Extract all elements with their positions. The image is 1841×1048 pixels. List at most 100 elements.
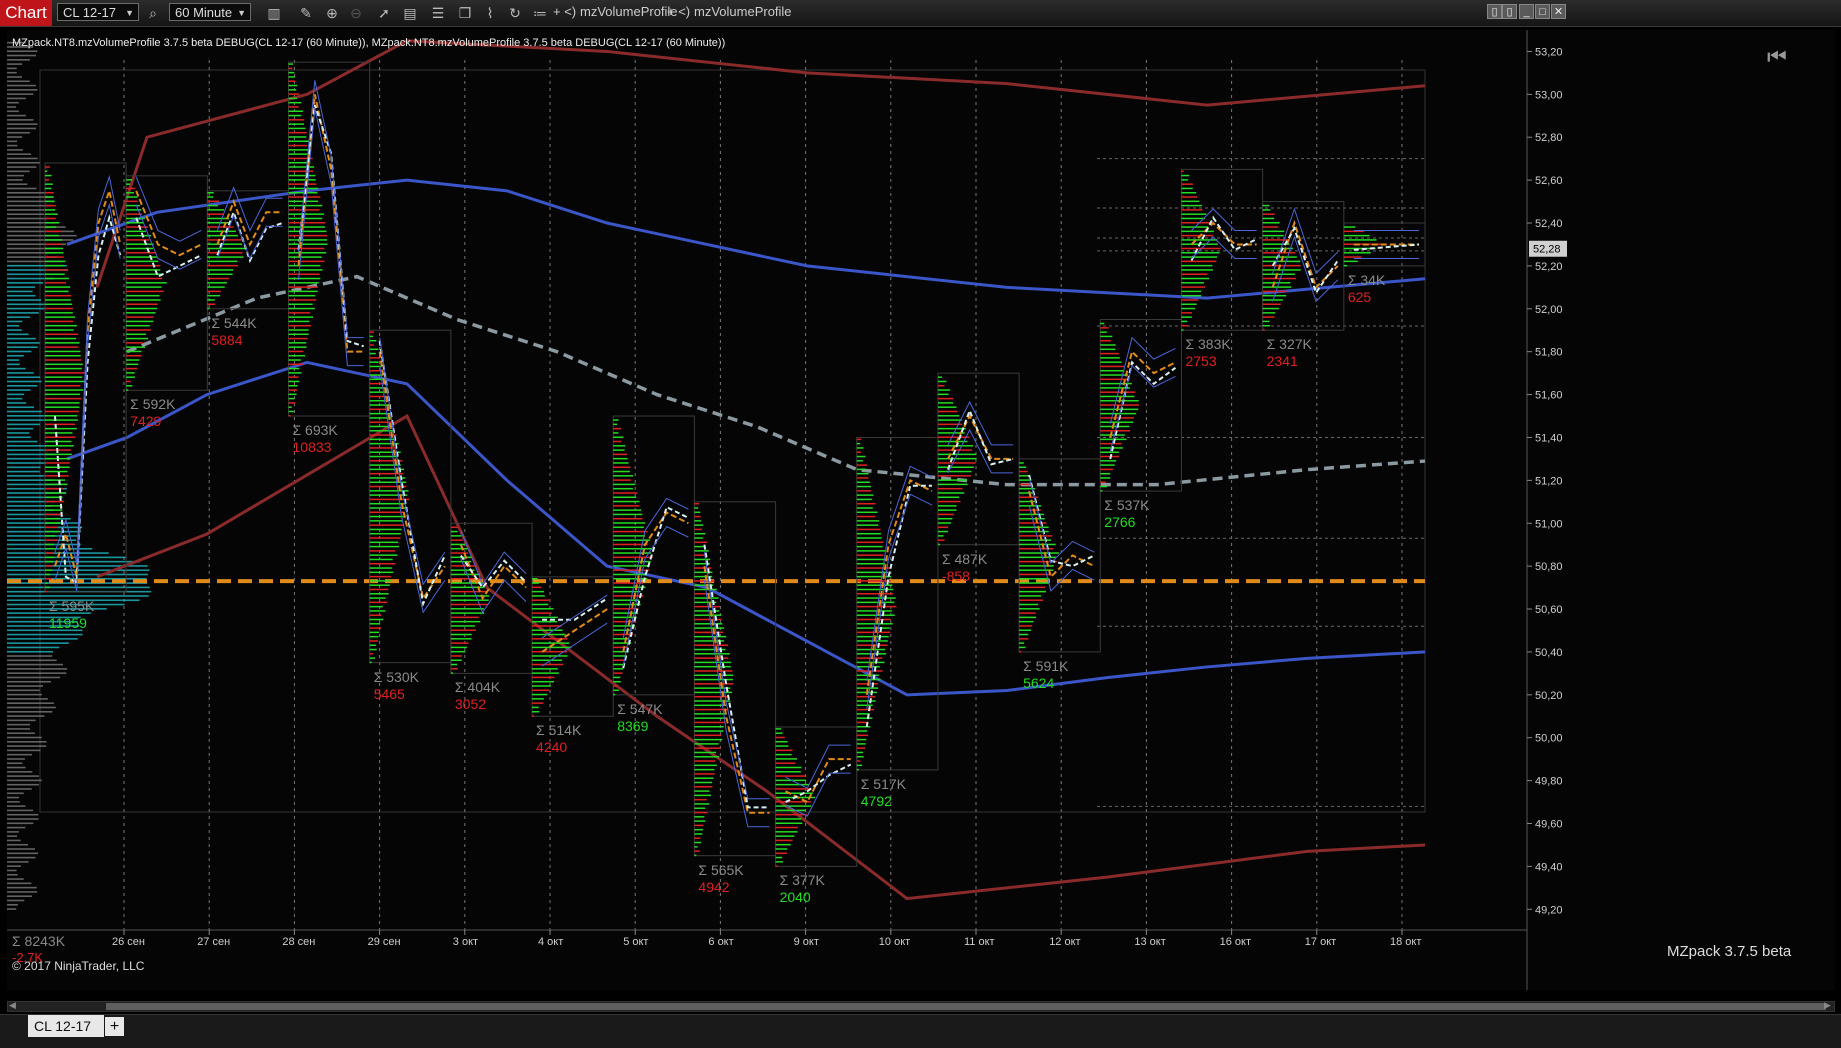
footprint-bar (45, 415, 78, 417)
footprint-bar (613, 676, 621, 679)
tile-icon[interactable]: ▯ (1487, 4, 1502, 19)
footprint-bar (694, 713, 726, 715)
footprint-bar (1262, 312, 1276, 314)
scroll-right-icon[interactable]: ▶ (1824, 1000, 1831, 1011)
close-icon[interactable]: ✕ (1551, 4, 1566, 19)
session-volume-label: Σ 592K 7429 (130, 396, 175, 430)
footprint-bar (1181, 282, 1204, 284)
footprint-bar (1019, 526, 1049, 529)
profile-bar (7, 307, 45, 310)
price-chart[interactable]: 53,20 53,00 52,80 52,60 52,40 52,20 52,00 51,80… (7, 30, 1835, 990)
footprint-bar (775, 809, 806, 812)
footprint-bar (694, 678, 733, 681)
indicator-button-1[interactable]: mzVolumeProfile (580, 4, 678, 19)
footprint-bar (45, 342, 80, 344)
footprint-bar (937, 530, 948, 533)
indicator-button-2[interactable]: mzVolumeProfile (694, 4, 792, 19)
footprint-bar (613, 539, 650, 541)
profile-bar (7, 337, 36, 340)
refresh-icon[interactable]: ↻ (505, 3, 525, 23)
profile-bar (7, 783, 39, 786)
footprint-bar (937, 402, 954, 404)
interval-selector[interactable]: 60 Minute ▼ (169, 3, 251, 21)
chart-tab[interactable]: Chart (0, 0, 52, 26)
footprint-bar (1181, 222, 1211, 224)
footprint-bar (45, 191, 54, 194)
scrollbar-thumb[interactable] (106, 1003, 1826, 1010)
footprint-bar (856, 695, 876, 698)
tile-icon[interactable]: ▯ (1502, 4, 1517, 19)
footprint-bar (937, 492, 965, 494)
footprint-bar (45, 436, 76, 438)
footprint-bar (126, 230, 146, 233)
session-volume-delta: 4792 (860, 792, 892, 809)
footprint-bar (856, 438, 862, 441)
footprint-bar (694, 811, 708, 814)
instrument-selector[interactable]: CL 12-17 ▼ (57, 3, 139, 21)
indicator-nav-2[interactable]: + <) (667, 4, 690, 19)
profile-bar (7, 324, 20, 327)
footprint-bar (369, 614, 382, 616)
footprint-bar (694, 541, 708, 544)
footprint-bar (369, 640, 379, 642)
profile-bar (7, 517, 71, 520)
bars-type-icon[interactable]: ▥ (264, 3, 284, 23)
session-volume-label: Σ 34K 625 (1348, 272, 1385, 306)
instrument-tab[interactable]: CL 12-17 (28, 1015, 104, 1037)
pencil-icon[interactable]: ✎ (296, 3, 316, 23)
footprint-bar (856, 760, 861, 762)
footprint-bar (775, 856, 783, 859)
horizontal-scrollbar[interactable] (7, 1001, 1835, 1012)
footprint-bar (207, 234, 238, 237)
footprint-bar (369, 584, 390, 586)
session-volume-sum: Σ 565K (698, 861, 744, 878)
footprint-bar (126, 367, 138, 370)
footprint-bar (856, 708, 875, 711)
footprint-bar (694, 760, 716, 762)
footprint-bar (369, 618, 384, 621)
footprint-bar (1019, 582, 1049, 584)
footprint-bar (1100, 472, 1111, 475)
footprint-bar (613, 496, 637, 499)
footprint-bar (613, 509, 642, 511)
footprint-bar (288, 367, 300, 370)
profile-bar (7, 149, 23, 151)
footprint-bar (288, 354, 306, 357)
footprint-bar (126, 359, 140, 361)
drawing-tools-icon[interactable]: ⌇ (480, 3, 500, 23)
search-icon[interactable]: ⌕ (143, 3, 163, 23)
footprint-bar (1100, 348, 1116, 351)
restore-icon[interactable]: □ (1535, 4, 1550, 19)
profile-bar (7, 530, 81, 533)
footprint-bar (1181, 299, 1199, 301)
scroll-to-start-icon[interactable]: ⏮ (1767, 44, 1787, 70)
footprint-bar (45, 380, 85, 383)
profile-bar (7, 187, 37, 190)
add-tab-button[interactable]: + (105, 1017, 124, 1036)
footprint-bar (856, 520, 880, 522)
footprint-bar (1019, 625, 1033, 627)
chart-panel[interactable]: 53,20 53,00 52,80 52,60 52,40 52,20 52,00 51,80… (7, 30, 1835, 990)
scroll-left-icon[interactable]: ◀ (9, 1000, 16, 1011)
session-volume-sum: Σ 383K (1185, 336, 1231, 353)
footprint-bar (1181, 312, 1192, 314)
indicator-nav-1[interactable]: + <) (553, 4, 576, 19)
pointer-icon[interactable]: ➚ (374, 3, 394, 23)
footprint-bar (288, 290, 318, 293)
footprint-bar (532, 693, 548, 696)
footprint-bar (694, 653, 730, 655)
minimize-icon[interactable]: _ (1519, 4, 1534, 19)
data-box-icon[interactable]: ▤ (400, 3, 420, 23)
zoom-in-icon[interactable]: ⊕ (322, 3, 342, 23)
footprint-bar (856, 511, 878, 514)
chart-properties-icon[interactable]: ☰ (428, 3, 448, 23)
indicators-list-icon[interactable]: ≔ (530, 3, 550, 23)
footprint-bar (369, 515, 406, 518)
templates-icon[interactable]: ❐ (455, 3, 475, 23)
footprint-bar (288, 389, 298, 391)
time-tick-label: 17 окт (1305, 936, 1336, 948)
session-volume-delta: 4240 (536, 739, 568, 756)
footprint-bar (450, 612, 485, 614)
zoom-out-icon[interactable]: ⊖ (346, 3, 366, 23)
footprint-bar (1262, 324, 1271, 327)
